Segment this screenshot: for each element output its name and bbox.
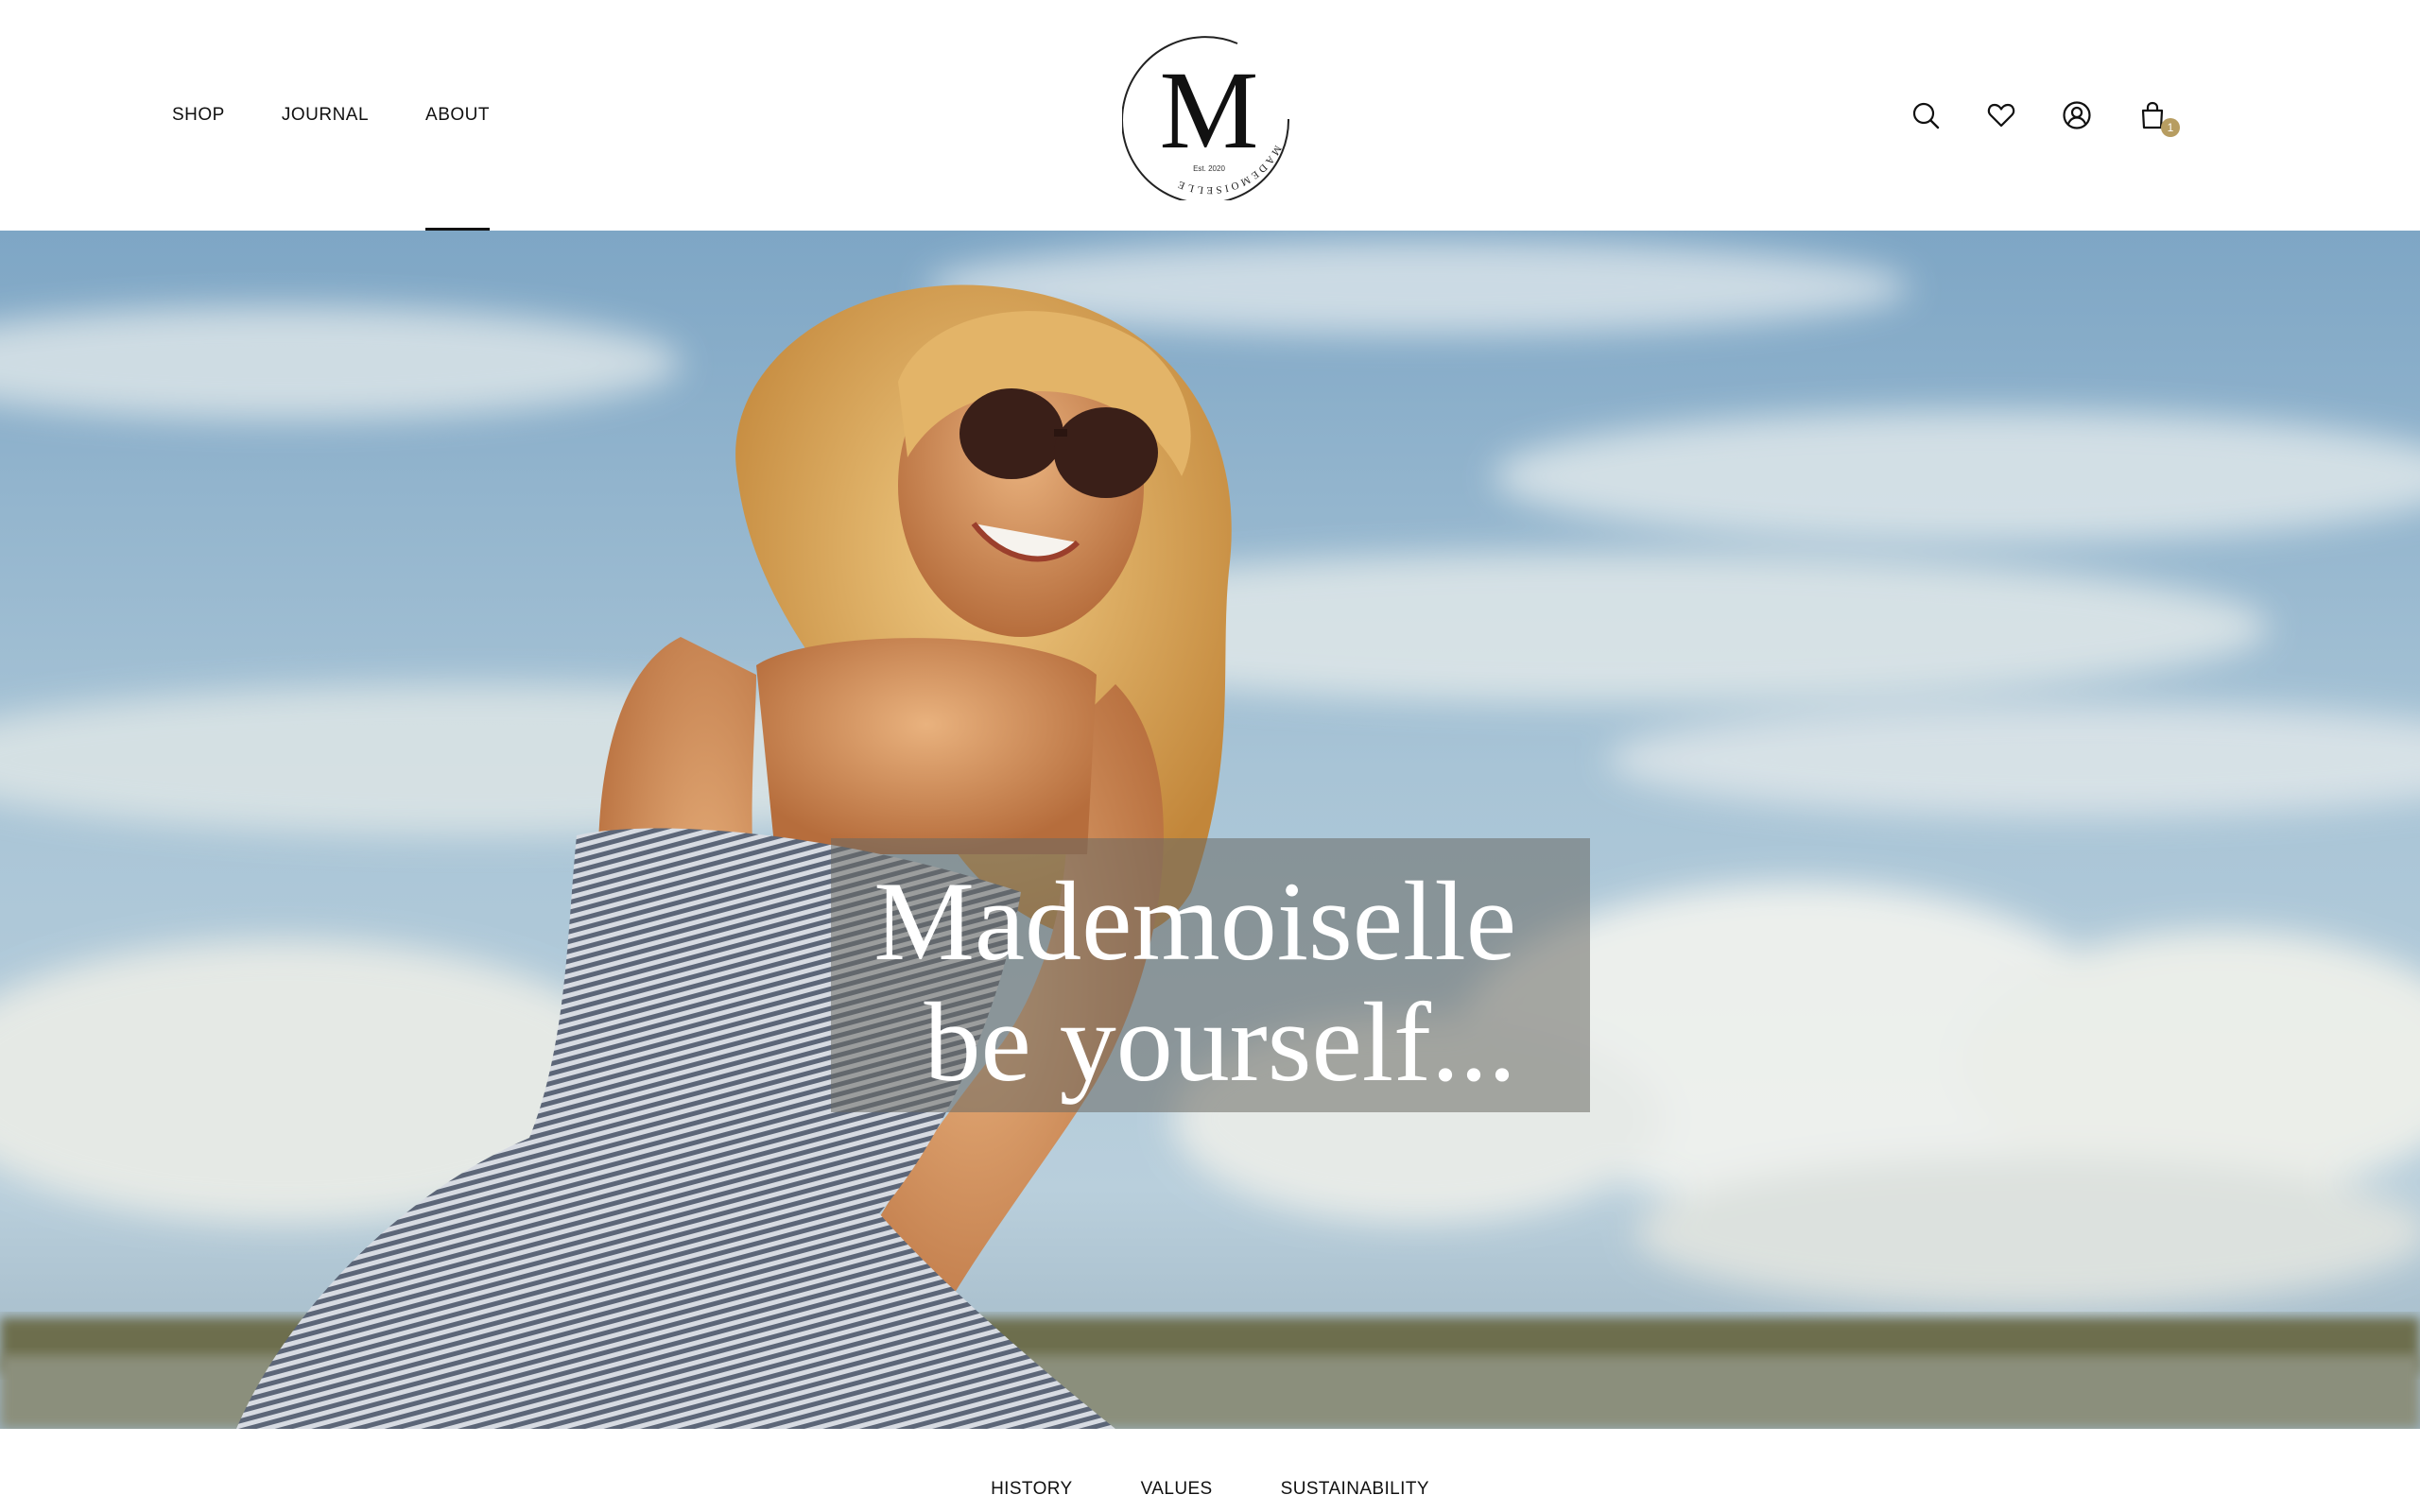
logo-emblem: MADEMOISELLE M Est. 2020 [1121, 36, 1290, 205]
wishlist-button[interactable] [1985, 99, 2017, 131]
nav-about[interactable]: ABOUT [425, 0, 490, 231]
heart-icon [1987, 103, 2015, 128]
subnav-values[interactable]: VALUES [1141, 1479, 1213, 1500]
utility-nav: 1 [1910, 0, 2180, 231]
cart-count-badge: 1 [2161, 118, 2180, 137]
logo-est: Est. 2020 [1193, 164, 1225, 173]
hero-image [0, 231, 2420, 1429]
subnav-history[interactable]: HISTORY [991, 1479, 1073, 1500]
search-button[interactable] [1910, 99, 1942, 131]
subnav-sustainability[interactable]: SUSTAINABILITY [1281, 1479, 1429, 1500]
about-subnav: HISTORY VALUES SUSTAINABILITY [0, 1429, 2420, 1512]
nav-shop[interactable]: SHOP [172, 0, 225, 231]
logo-monogram: M [1160, 48, 1259, 172]
brand-logo[interactable]: MADEMOISELLE M Est. 2020 [1121, 26, 1296, 205]
primary-nav: SHOP JOURNAL ABOUT [172, 0, 490, 231]
hero-caption: Mademoiselle be yourself... [831, 838, 1590, 1112]
account-icon [2063, 101, 2091, 129]
nav-journal[interactable]: JOURNAL [282, 0, 369, 231]
site-header: SHOP JOURNAL ABOUT MADEMOISELLE M Est. 2… [0, 0, 2420, 231]
hero-title-line2: be yourself... [924, 979, 1516, 1105]
hero-banner: Mademoiselle be yourself... [0, 231, 2420, 1429]
cart-button[interactable]: 1 [2136, 99, 2180, 137]
hero-title-line1: Mademoiselle [873, 858, 1516, 984]
search-icon [1912, 102, 1940, 129]
account-button[interactable] [2061, 99, 2093, 131]
